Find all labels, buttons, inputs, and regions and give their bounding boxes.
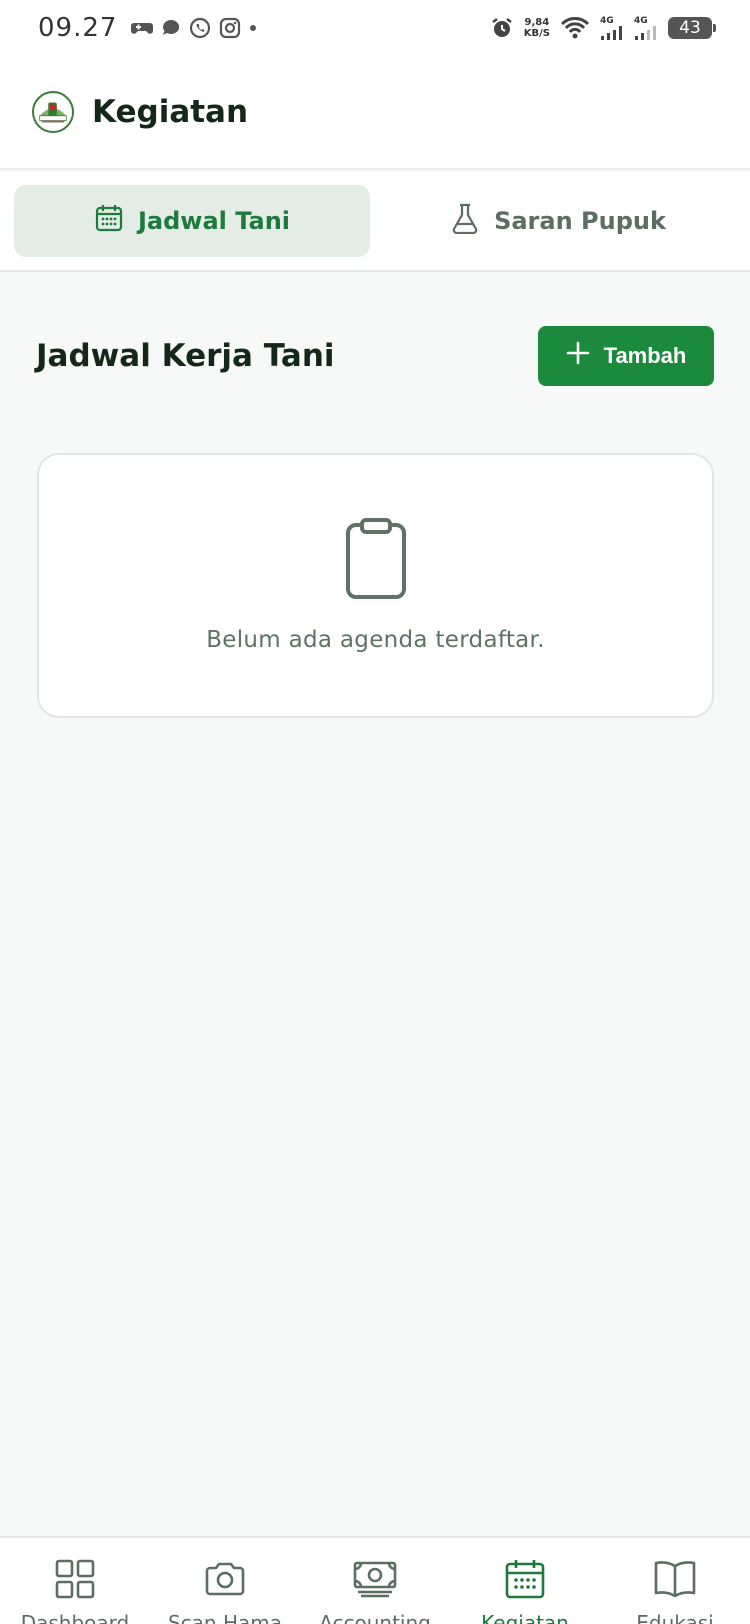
add-button[interactable]: Tambah (538, 326, 714, 386)
plus-icon (566, 341, 590, 371)
nav-item-kegiatan[interactable]: Kegiatan (450, 1558, 600, 1624)
clipboard-icon (344, 517, 408, 605)
whatsapp-icon (189, 17, 211, 39)
nav-label: Scan Hama (167, 1611, 282, 1624)
nav-item-accounting[interactable]: Accounting (300, 1558, 450, 1624)
nav-item-dashboard[interactable]: Dashboard (0, 1558, 150, 1624)
nav-item-edukasi[interactable]: Edukasi (600, 1558, 750, 1624)
nav-label: Accounting (319, 1611, 431, 1624)
battery-icon: 43 (668, 17, 716, 39)
app-header: Kegiatan (0, 56, 750, 170)
tab-label: Saran Pupuk (494, 207, 666, 235)
nav-label: Edukasi (636, 1611, 714, 1624)
signal-sim1: 4G (600, 15, 624, 40)
game-controller-icon (131, 19, 154, 37)
signal-bars-icon (635, 25, 656, 40)
calendar-icon (504, 1558, 546, 1605)
network-speed: 9,84 KB/S (524, 17, 550, 39)
network-speed-unit: KB/S (523, 28, 550, 39)
nav-label: Dashboard (20, 1611, 130, 1624)
tab-label: Jadwal Tani (137, 207, 291, 235)
bottom-nav: Dashboard Scan Hama Accounting Kegiatan … (0, 1536, 750, 1624)
network-speed-value: 9,84 (524, 17, 550, 28)
calendar-icon (94, 203, 124, 239)
status-time: 09.27 (38, 13, 118, 43)
sim1-label: 4G (600, 15, 614, 26)
section-title: Jadwal Kerja Tani (36, 338, 335, 374)
signal-bars-icon (601, 25, 622, 40)
section-header: Jadwal Kerja Tani Tambah (36, 326, 714, 386)
empty-state-card: Belum ada agenda terdaftar. (37, 453, 714, 718)
tab-saran-pupuk[interactable]: Saran Pupuk (380, 185, 736, 257)
empty-state-message: Belum ada agenda terdaftar. (206, 627, 545, 653)
instagram-icon (219, 17, 241, 39)
sim2-label: 4G (634, 15, 648, 26)
money-icon (353, 1558, 397, 1605)
grid-icon (54, 1558, 96, 1605)
dot-icon (249, 24, 257, 32)
app-logo (32, 91, 74, 133)
tab-jadwal-tani[interactable]: Jadwal Tani (14, 185, 370, 257)
chat-bubble-icon (161, 18, 181, 38)
book-icon (653, 1558, 697, 1605)
status-right: 9,84 KB/S 4G 4G 43 (490, 15, 716, 40)
nav-item-scan-hama[interactable]: Scan Hama (150, 1558, 300, 1624)
signal-sim2: 4G (634, 15, 658, 40)
camera-icon (204, 1558, 246, 1605)
flask-icon (450, 202, 480, 240)
tab-bar: Jadwal Tani Saran Pupuk (0, 172, 750, 272)
alarm-icon (490, 16, 514, 40)
nav-label: Kegiatan (481, 1611, 569, 1624)
page-title: Kegiatan (92, 94, 249, 130)
status-left: 09.27 (38, 13, 257, 43)
wifi-icon (560, 17, 590, 39)
add-button-label: Tambah (603, 343, 687, 368)
status-bar: 09.27 9,84 KB/S 4G 4G 43 (0, 0, 750, 56)
